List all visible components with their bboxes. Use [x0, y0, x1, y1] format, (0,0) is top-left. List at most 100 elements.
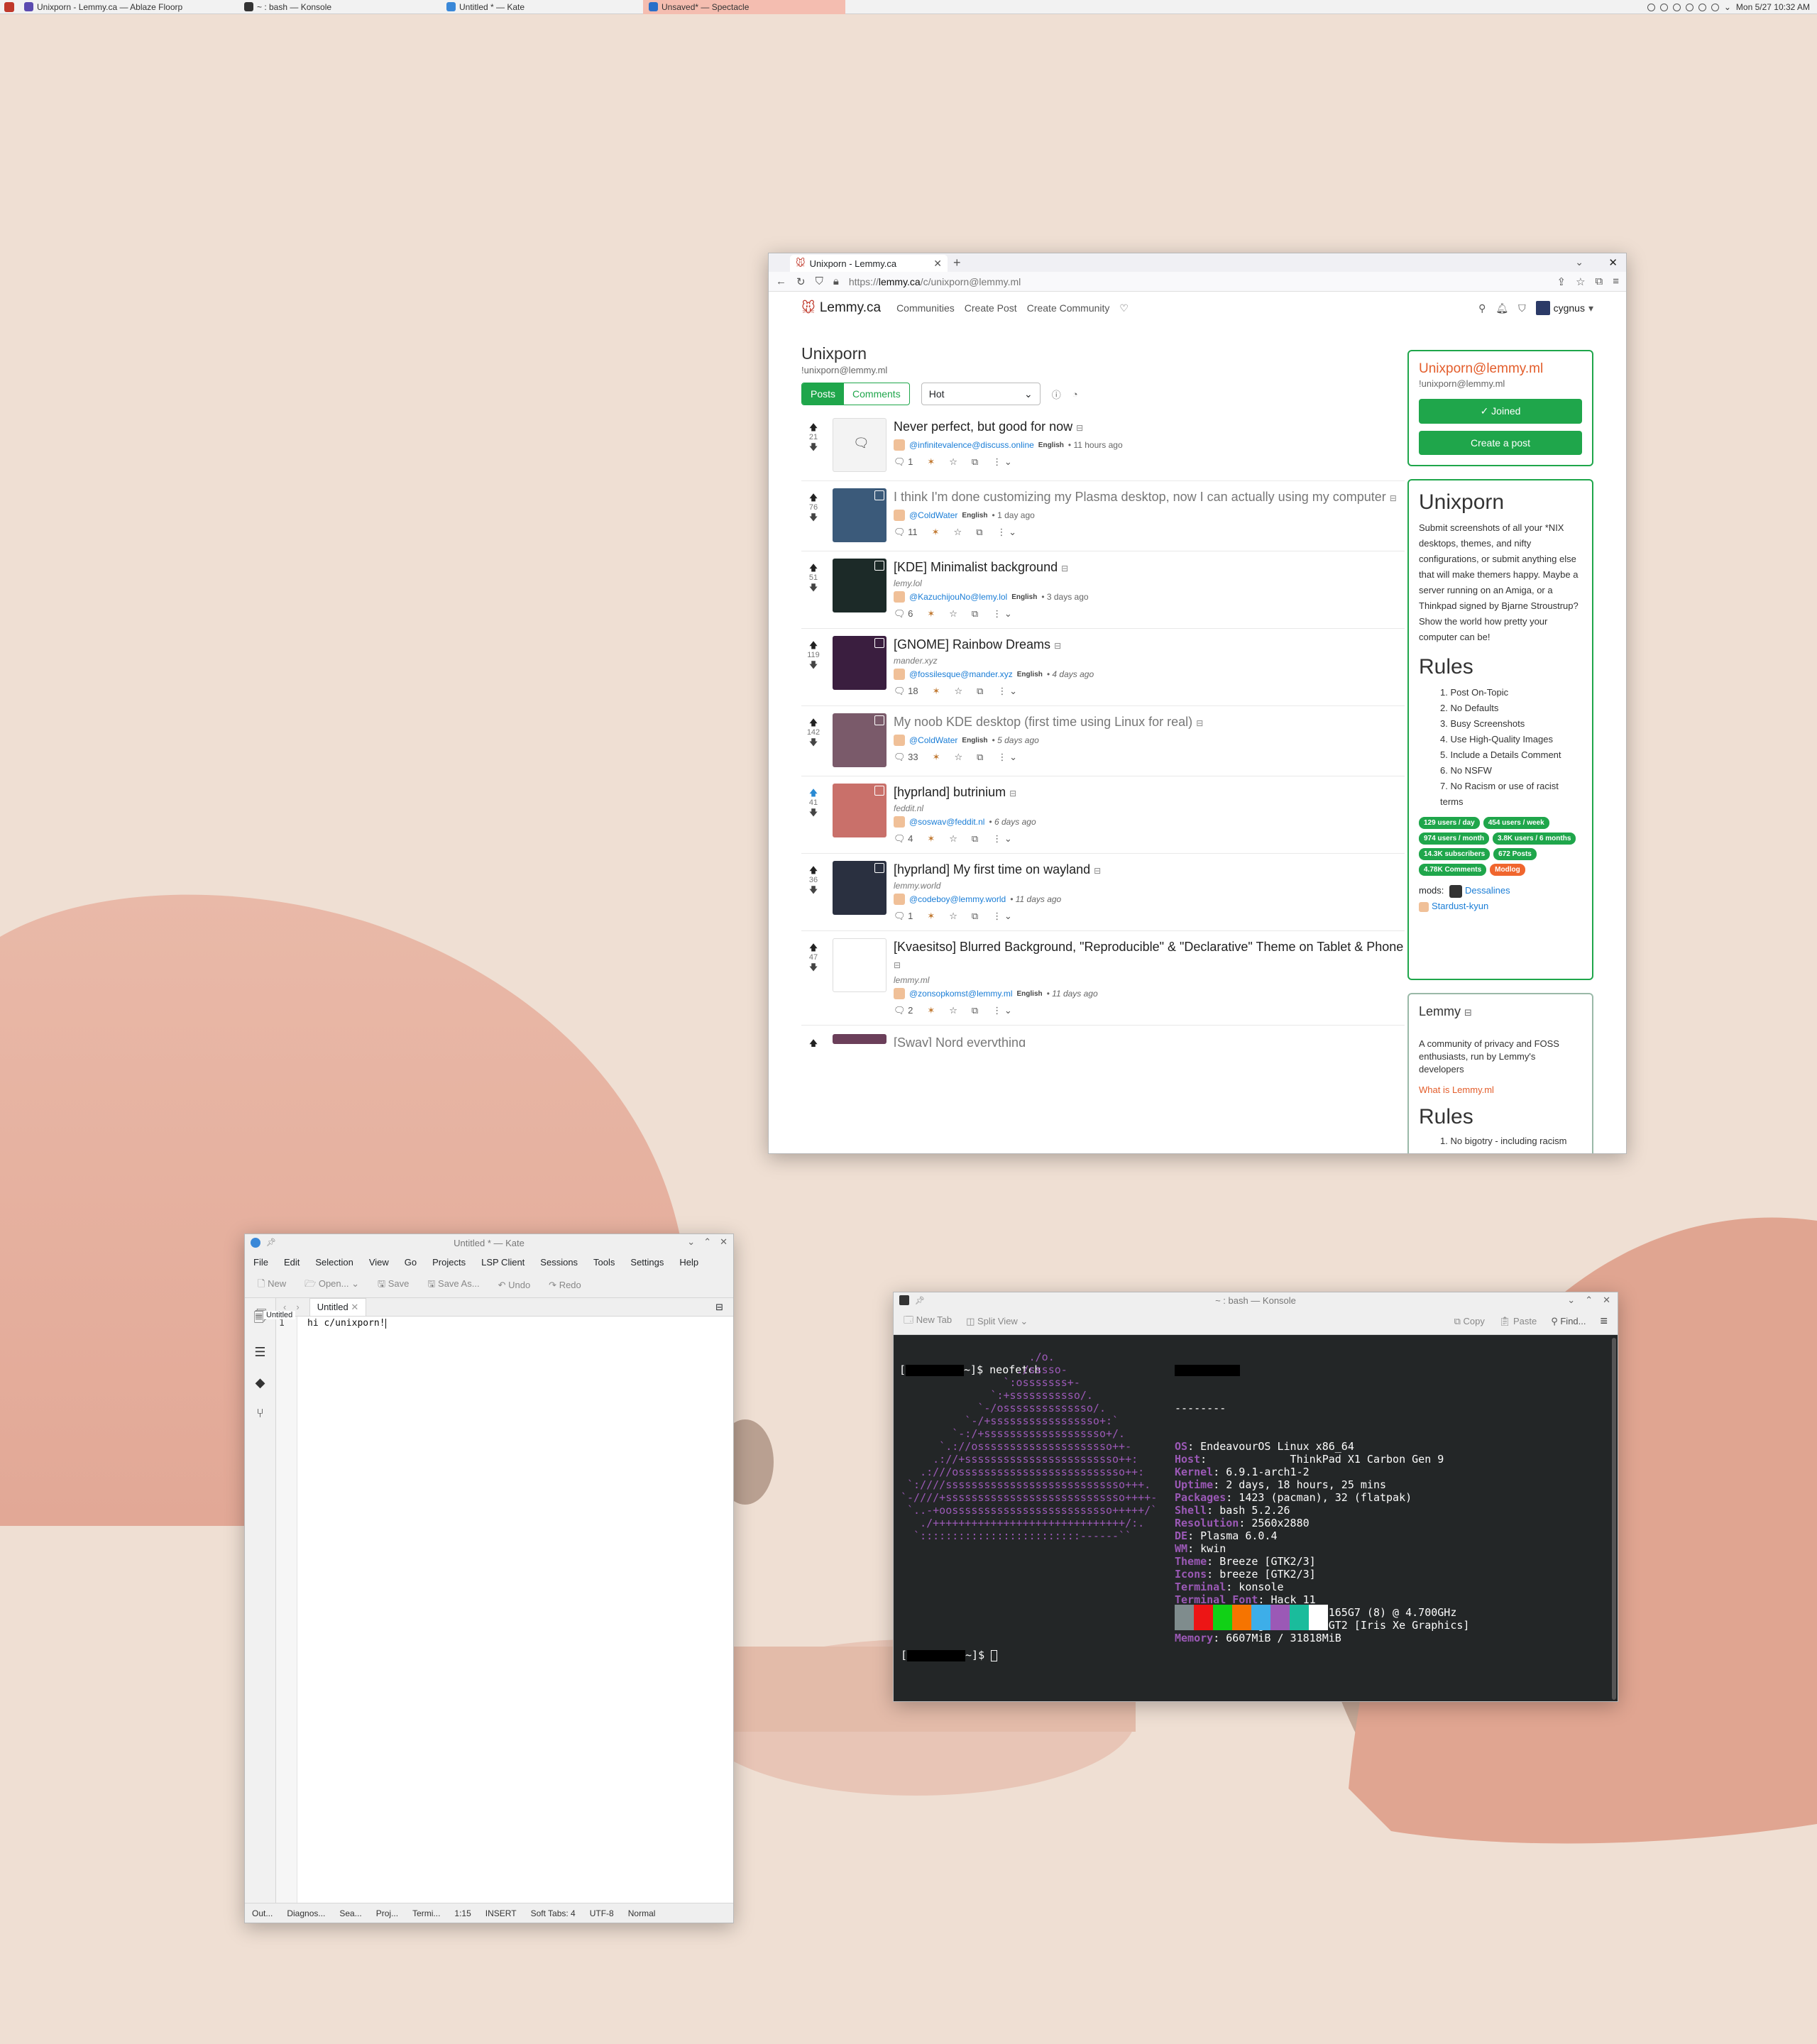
expand-image-icon[interactable] — [874, 561, 884, 571]
post-domain[interactable]: lemy.lol — [894, 578, 1405, 588]
find-button[interactable]: ⚲ Find... — [1551, 1316, 1586, 1327]
close-window-icon[interactable]: ✕ — [1608, 256, 1618, 269]
post-author[interactable]: @ColdWater — [909, 735, 957, 745]
post-title[interactable]: [Sway] Nord everything — [894, 1034, 1405, 1047]
copy-link-icon[interactable]: ⧉ — [972, 608, 978, 620]
crosspost-icon[interactable]: ✶ — [927, 1005, 935, 1016]
mod-link[interactable]: Stardust-kyun — [1432, 901, 1488, 911]
encoding[interactable]: UTF-8 — [590, 1908, 614, 1918]
expand-image-icon[interactable] — [874, 715, 884, 725]
menu-selection[interactable]: Selection — [315, 1257, 353, 1268]
network-icon[interactable] — [1659, 3, 1668, 11]
tab-list-icon[interactable]: ⌄ — [1575, 256, 1583, 268]
save-star-icon[interactable]: ☆ — [949, 1005, 957, 1016]
post-author[interactable]: @infinitevalence@discuss.online — [909, 440, 1034, 450]
search-tab[interactable]: Sea... — [339, 1908, 361, 1918]
menu-tools[interactable]: Tools — [593, 1257, 615, 1268]
indent-mode[interactable]: Soft Tabs: 4 — [531, 1908, 576, 1918]
post-author[interactable]: @zonsopkomst@lemmy.ml — [909, 989, 1013, 999]
copy-link-icon[interactable]: ⧉ — [972, 911, 978, 922]
comments-button[interactable]: 🗨︎ 18 — [894, 686, 918, 697]
crosspost-icon[interactable]: ✶ — [927, 911, 935, 922]
admin-shield-icon[interactable]: ⛉ — [1518, 302, 1526, 314]
editor[interactable]: 1 Untitled hi c/unixporn! — [263, 1311, 733, 1903]
save-star-icon[interactable]: ☆ — [949, 608, 957, 620]
comments-button[interactable]: 🗨︎ 6 — [894, 608, 913, 620]
site-logo[interactable]: 🐭 Lemmy.ca — [801, 300, 881, 317]
comments-button[interactable]: 🗨︎ 11 — [894, 527, 918, 538]
volume-icon[interactable] — [1685, 3, 1694, 11]
breadcrumb[interactable]: Untitled — [263, 1311, 296, 1319]
mod-link[interactable]: Dessalines — [1465, 885, 1510, 896]
pin-icon[interactable]: 📌︎ — [266, 1238, 276, 1248]
git-icon[interactable]: ◆ — [256, 1375, 265, 1390]
paste-button[interactable]: 📋︎ Paste — [1499, 1316, 1537, 1327]
post-title[interactable]: My noob KDE desktop (first time using Li… — [894, 713, 1405, 732]
post-domain[interactable]: mander.xyz — [894, 656, 1405, 666]
more-options-icon[interactable]: ⋮ ⌄ — [997, 527, 1016, 538]
upvote-icon[interactable]: 🡅 — [809, 1038, 818, 1047]
save-star-icon[interactable]: ☆ — [949, 456, 957, 468]
undo-button[interactable]: ↶ Undo — [498, 1280, 531, 1291]
symbols-icon[interactable]: ⑂ — [256, 1406, 264, 1421]
split-view-button[interactable]: ◫ Split View ⌄ — [966, 1316, 1028, 1327]
collapse-icon[interactable]: ⊟ — [1464, 1007, 1472, 1018]
downvote-icon[interactable]: 🡇 — [801, 660, 825, 670]
nav-communities[interactable]: Communities — [896, 302, 955, 314]
diagnostics-tab[interactable]: Diagnos... — [287, 1908, 325, 1918]
rss-icon[interactable]: ◔ — [1072, 389, 1078, 400]
nav-create-community[interactable]: Create Community — [1027, 302, 1110, 314]
post-author[interactable]: @codeboy@lemmy.world — [909, 894, 1006, 904]
menu-help[interactable]: Help — [679, 1257, 698, 1268]
nav-create-post[interactable]: Create Post — [965, 302, 1017, 314]
menu-sessions[interactable]: Sessions — [540, 1257, 578, 1268]
reload-icon[interactable]: ↻ — [796, 275, 806, 288]
upvote-icon[interactable]: 🡅 — [801, 943, 825, 952]
task-spectacle[interactable]: Unsaved* — Spectacle — [643, 0, 845, 14]
pin-icon[interactable]: 📌︎ — [915, 1296, 925, 1305]
copy-link-icon[interactable]: ⧉ — [972, 456, 978, 468]
post-thumbnail[interactable] — [833, 784, 886, 837]
post-author[interactable]: @soswav@feddit.nl — [909, 817, 984, 827]
more-options-icon[interactable]: ⋮ ⌄ — [997, 752, 1017, 763]
editor-line[interactable]: hi c/unixporn! — [307, 1318, 386, 1329]
upvote-icon[interactable]: 🡅 — [801, 640, 825, 650]
post-title[interactable]: [GNOME] Rainbow Dreams ⊟ — [894, 636, 1405, 654]
crosspost-icon[interactable]: ✶ — [933, 752, 940, 763]
scrollbar[interactable] — [1612, 1338, 1616, 1700]
save-star-icon[interactable]: ☆ — [954, 527, 962, 538]
expand-image-icon[interactable] — [874, 941, 884, 951]
new-tab-icon[interactable]: + — [953, 256, 961, 270]
upvote-icon[interactable]: 🡅 — [801, 865, 825, 875]
terminal-tab[interactable]: Termi... — [412, 1908, 440, 1918]
comments-button[interactable]: 🗨︎ 2 — [894, 1005, 913, 1016]
expand-image-icon[interactable] — [874, 638, 884, 648]
help-icon[interactable]: ⓘ — [1052, 388, 1061, 401]
input-mode[interactable]: INSERT — [485, 1908, 517, 1918]
joined-button[interactable]: ✓ Joined — [1419, 399, 1582, 424]
brightness-icon[interactable] — [1698, 3, 1706, 11]
expand-image-icon[interactable] — [874, 786, 884, 796]
downvote-icon[interactable]: 🡇 — [801, 808, 825, 818]
downvote-icon[interactable]: 🡇 — [801, 512, 825, 522]
upvote-icon[interactable]: 🡅 — [801, 493, 825, 502]
post-author[interactable]: @fossilesque@mander.xyz — [909, 669, 1013, 679]
url-bar[interactable]: https://lemmy.ca/c/unixporn@lemmy.ml — [849, 276, 1547, 287]
more-options-icon[interactable]: ⋮ ⌄ — [992, 608, 1012, 620]
projects-tab[interactable]: Proj... — [376, 1908, 398, 1918]
post-author[interactable]: @ColdWater — [909, 510, 957, 520]
post-domain[interactable]: lemmy.world — [894, 881, 1405, 891]
close-tab-icon[interactable]: ✕ — [351, 1302, 358, 1312]
copy-link-icon[interactable]: ⧉ — [972, 833, 978, 845]
post-title[interactable]: [hyprland] My first time on wayland ⊟ — [894, 861, 1405, 879]
comments-button[interactable]: 🗨︎ 33 — [894, 752, 918, 763]
upvote-icon[interactable]: 🡅 — [801, 563, 825, 573]
copy-link-icon[interactable]: ⧉ — [976, 527, 982, 538]
more-options-icon[interactable]: ⋮ ⌄ — [992, 911, 1012, 922]
save-as-button[interactable]: 🖫 Save As... — [427, 1278, 479, 1293]
copy-link-icon[interactable]: ⧉ — [977, 752, 983, 763]
sort-select[interactable]: Hot ⌄ — [921, 383, 1041, 405]
community-name-link[interactable]: Unixporn@lemmy.ml — [1419, 361, 1582, 377]
new-tab-button[interactable]: 🗔 New Tab — [904, 1314, 952, 1329]
maximize-icon[interactable]: ⌃ — [1585, 1295, 1593, 1306]
